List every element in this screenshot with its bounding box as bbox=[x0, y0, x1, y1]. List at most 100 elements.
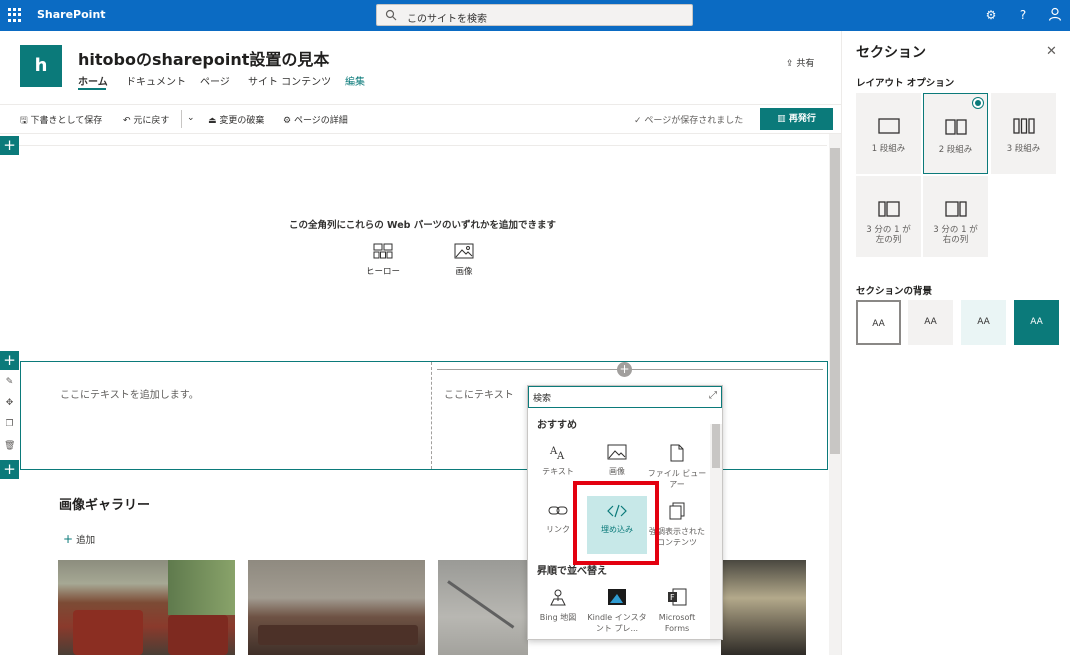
image-webpart-button[interactable]: 画像 bbox=[439, 243, 489, 277]
site-search-input[interactable]: このサイトを検索 bbox=[376, 4, 693, 26]
one-third-left-icon bbox=[877, 201, 900, 217]
layout-one-third-right[interactable]: 3 分の 1 が右の列 bbox=[923, 176, 988, 257]
forms-icon: F bbox=[668, 588, 687, 606]
one-column-icon bbox=[877, 118, 900, 134]
toolbox-kindle[interactable]: Kindle インスタント プレ... bbox=[587, 588, 647, 634]
image-label: 画像 bbox=[455, 267, 473, 277]
add-section-button-middle[interactable]: + bbox=[0, 351, 19, 370]
close-icon[interactable]: ✕ bbox=[1046, 44, 1057, 59]
canvas-scrollbar-thumb[interactable] bbox=[830, 148, 840, 454]
site-logo[interactable]: h bbox=[20, 45, 62, 87]
nav-home[interactable]: ホーム bbox=[78, 73, 108, 88]
gear-icon: ⚙ bbox=[283, 116, 292, 126]
settings-gear-icon[interactable]: ⚙ bbox=[983, 7, 999, 23]
layout-one-column-label: 1 段組み bbox=[871, 144, 906, 154]
nav-selected-indicator bbox=[78, 88, 106, 90]
gallery-title: 画像ギャラリー bbox=[59, 498, 151, 513]
delete-section-icon[interactable]: 🗑 bbox=[4, 441, 15, 452]
gallery-image-1[interactable] bbox=[58, 560, 235, 655]
gallery-image-2[interactable] bbox=[248, 560, 425, 655]
file-icon bbox=[670, 444, 684, 462]
discard-icon: ⏏ bbox=[208, 116, 217, 126]
brand-name[interactable]: SharePoint bbox=[37, 8, 106, 21]
toolbox-featured-heading: おすすめ bbox=[537, 420, 577, 431]
toolbox-text[interactable]: AA テキスト bbox=[528, 444, 588, 477]
hero-label: ヒーロー bbox=[365, 267, 400, 277]
background-neutral[interactable]: AA bbox=[908, 300, 953, 345]
image-icon bbox=[607, 444, 627, 460]
toolbox-search-placeholder: 検索 bbox=[533, 394, 552, 404]
undo-dropdown-chevron-icon[interactable]: ⌄ bbox=[187, 113, 195, 123]
edit-section-icon[interactable]: ✎ bbox=[4, 377, 15, 388]
layout-options-heading: レイアウト オプション bbox=[856, 78, 955, 89]
pane-title: セクション bbox=[856, 45, 926, 61]
toolbox-text-label: テキスト bbox=[542, 467, 574, 476]
expand-icon[interactable]: ⤢ bbox=[709, 390, 717, 401]
hero-webpart-button[interactable]: ヒーロー bbox=[358, 243, 408, 277]
undo-button[interactable]: ↶ 元に戻す bbox=[123, 113, 169, 126]
layout-two-columns-label: 2 段組み bbox=[938, 145, 973, 155]
layout-two-columns[interactable]: 2 段組み bbox=[923, 93, 988, 174]
layout-one-third-right-label: 3 分の 1 が右の列 bbox=[933, 225, 978, 245]
discard-changes-button[interactable]: ⏏ 変更の破棄 bbox=[208, 113, 264, 126]
canvas-left-rail bbox=[0, 134, 20, 655]
gallery-image-4[interactable] bbox=[721, 560, 806, 655]
layout-one-third-left[interactable]: 3 分の 1 が左の列 bbox=[856, 176, 921, 257]
duplicate-section-icon[interactable]: ❐ bbox=[4, 419, 15, 430]
add-webpart-plus-icon[interactable]: + bbox=[617, 362, 632, 377]
image-icon bbox=[454, 243, 474, 259]
nav-edit-link[interactable]: 編集 bbox=[345, 73, 365, 88]
layout-three-columns[interactable]: 3 段組み bbox=[991, 93, 1056, 174]
account-icon[interactable] bbox=[1047, 7, 1063, 23]
toolbox-bing-maps[interactable]: Bing 地図 bbox=[528, 588, 588, 623]
save-status: ✓ ページが保存されました bbox=[634, 113, 743, 126]
toolbox-scrollbar-thumb[interactable] bbox=[712, 424, 720, 468]
nav-documents[interactable]: ドキュメント bbox=[126, 73, 186, 88]
column2-text-placeholder[interactable]: ここにテキスト bbox=[444, 386, 514, 401]
app-launcher-icon[interactable] bbox=[8, 8, 22, 22]
toolbox-microsoft-forms-label: Microsoft Forms bbox=[658, 613, 696, 633]
background-none[interactable]: AA bbox=[856, 300, 901, 345]
nav-site-contents[interactable]: サイト コンテンツ bbox=[248, 73, 331, 88]
undo-icon: ↶ bbox=[123, 116, 131, 126]
toolbox-kindle-label: Kindle インスタント プレ... bbox=[587, 613, 647, 633]
toolbox-microsoft-forms[interactable]: F Microsoft Forms bbox=[647, 588, 707, 634]
layout-one-column[interactable]: 1 段組み bbox=[856, 93, 921, 174]
highlighted-content-icon bbox=[669, 502, 685, 520]
nav-pages[interactable]: ページ bbox=[200, 73, 230, 88]
add-section-button-top[interactable]: + bbox=[0, 136, 19, 155]
one-third-right-icon bbox=[944, 201, 967, 217]
gallery-image-3[interactable] bbox=[438, 560, 528, 655]
discard-label: 変更の破棄 bbox=[219, 116, 265, 126]
search-icon bbox=[385, 9, 397, 21]
search-placeholder: このサイトを検索 bbox=[407, 14, 487, 25]
section-background-heading: セクションの背景 bbox=[856, 286, 933, 297]
toolbox-bing-maps-label: Bing 地図 bbox=[539, 613, 577, 622]
checkmark-icon: ✓ bbox=[634, 116, 642, 126]
embed-highlight-box bbox=[573, 481, 659, 565]
hero-icon bbox=[373, 243, 393, 259]
republish-label: 再発行 bbox=[788, 114, 816, 124]
command-divider bbox=[181, 110, 182, 128]
background-soft[interactable]: AA bbox=[961, 300, 1006, 345]
move-section-icon[interactable]: ✥ bbox=[4, 398, 15, 409]
page-details-button[interactable]: ⚙ ページの詳細 bbox=[283, 113, 348, 126]
background-strong[interactable]: AA bbox=[1014, 300, 1059, 345]
gallery-add-label: 追加 bbox=[76, 535, 96, 546]
svg-text:F: F bbox=[670, 593, 675, 602]
toolbox-image-label: 画像 bbox=[609, 467, 625, 476]
book-icon: ▥ bbox=[777, 114, 786, 124]
republish-button[interactable]: ▥ 再発行 bbox=[760, 108, 833, 130]
save-draft-button[interactable]: 🖫 下書きとして保存 bbox=[20, 113, 102, 129]
undo-label: 元に戻す bbox=[133, 116, 170, 126]
site-title[interactable]: hitoboのsharepoint設置の見本 bbox=[78, 46, 329, 70]
column1-text-placeholder[interactable]: ここにテキストを追加します。 bbox=[60, 386, 199, 401]
share-label: 共有 bbox=[796, 59, 815, 69]
add-section-button-bottom[interactable]: + bbox=[0, 460, 19, 479]
gallery-add-button[interactable]: + 追加 bbox=[63, 532, 95, 546]
share-button[interactable]: ⇪ 共有 bbox=[786, 56, 814, 69]
toolbox-image[interactable]: 画像 bbox=[587, 444, 647, 477]
plus-icon: + bbox=[63, 532, 74, 546]
toolbox-search-input[interactable]: 検索 ⤢ bbox=[528, 386, 722, 408]
help-icon[interactable]: ? bbox=[1015, 7, 1031, 23]
